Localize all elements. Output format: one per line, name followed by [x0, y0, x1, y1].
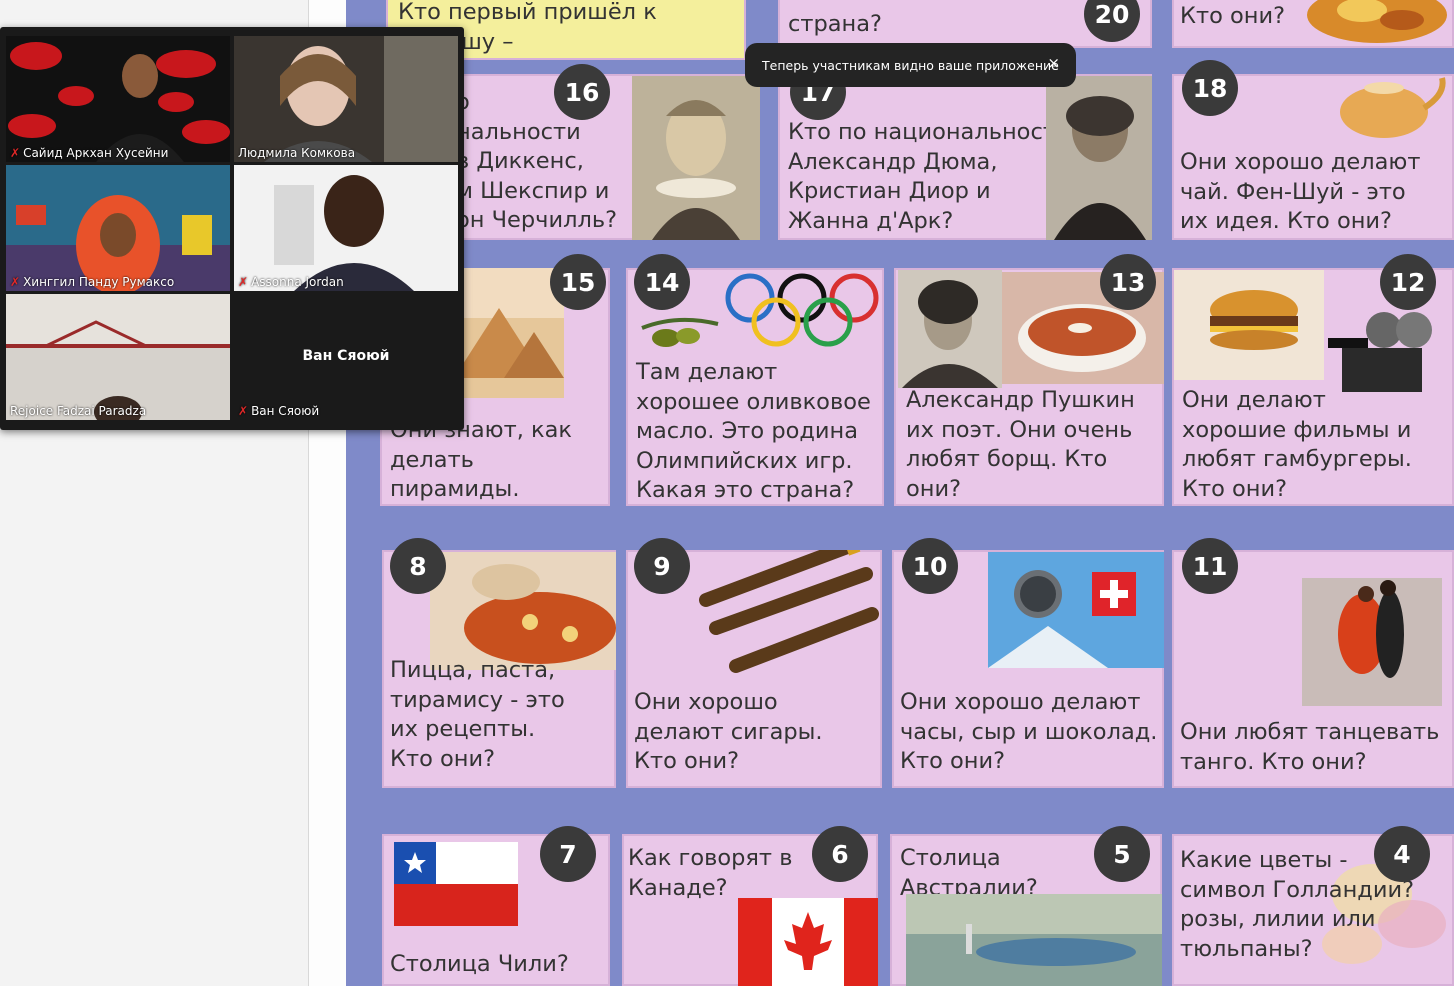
cigars-picture — [699, 550, 879, 673]
participant-tile[interactable]: ✗ Assonna Jordan — [234, 165, 458, 291]
dumas-portrait — [1046, 76, 1152, 240]
card-text: Они любят танцевать танго. Кто они? — [1180, 719, 1440, 775]
screen-share-toast: Теперь участникам видно ваше приложение … — [745, 43, 1076, 87]
swiss-watch-picture — [988, 552, 1164, 668]
participant-name-label: ✗ Сайид Аркхан Хусейни — [10, 146, 169, 160]
card-number-badge: 6 — [812, 826, 868, 882]
card-number-badge: 12 — [1380, 254, 1436, 310]
muted-mic-icon: ✗ — [10, 275, 21, 289]
card-text: Они хорошо делают сигары. Кто они? — [634, 689, 823, 774]
card-text: Столица Чили? — [390, 951, 569, 977]
card-text: Пицца, паста, тирамису - это их рецепты.… — [390, 657, 565, 772]
card-number-badge: 10 — [902, 538, 958, 594]
participant-center-name: Ван Сяоюй — [302, 348, 390, 364]
card-number-badge: 8 — [390, 538, 446, 594]
participant-tile[interactable]: Людмила Комкова — [234, 36, 458, 162]
participant-video — [234, 165, 458, 291]
olympic-rings-icon — [725, 273, 879, 347]
card-number-badge: 15 — [550, 254, 606, 310]
food-picture — [1307, 0, 1447, 43]
canberra-picture — [906, 894, 1162, 986]
muted-mic-icon: ✗ — [238, 275, 249, 289]
card-number-badge: 14 — [634, 254, 690, 310]
card-text: страна? — [788, 11, 882, 37]
participant-tile[interactable]: ✗ Сайид Аркхан Хусейни — [6, 36, 230, 162]
participant-video — [6, 165, 230, 291]
card-text: Они хорошо делают часы, сыр и шоколад. К… — [900, 689, 1158, 774]
participant-name-label: Rejoice Fadzai Paradza — [10, 404, 147, 418]
card-top-right: Кто они? — [1172, 0, 1454, 48]
participant-tile[interactable]: Ван Сяоюй ✗ Ван Сяоюй — [234, 294, 458, 420]
card-text: Кто они? — [1180, 3, 1286, 29]
participant-name-label: Людмила Комкова — [238, 146, 356, 160]
card-number-badge: 18 — [1182, 60, 1238, 116]
muted-mic-icon: ✗ — [238, 404, 249, 418]
tango-dancers-picture — [1302, 578, 1442, 706]
card-number-badge: 5 — [1094, 826, 1150, 882]
participant-video — [6, 294, 230, 420]
toast-message: Теперь участникам видно ваше приложение — [762, 57, 1059, 73]
card-text: Александр Пушкин их поэт. Они очень любя… — [906, 387, 1135, 502]
pizza-picture — [430, 552, 616, 670]
close-icon[interactable]: × — [1047, 54, 1060, 72]
card-number-badge: 16 — [554, 64, 610, 120]
participant-name-label: ✗ Assonna Jordan — [238, 275, 344, 289]
olives-picture — [641, 317, 719, 347]
teapot-picture — [1340, 77, 1446, 138]
hamburger-picture — [1174, 270, 1324, 380]
card-number-badge: 13 — [1100, 254, 1156, 310]
shared-screen-board: Кто первый пришёл к финишу – итель. стра… — [346, 0, 1454, 986]
card-number-badge: 9 — [634, 538, 690, 594]
card-text: Там делают хорошее оливковое масло. Это … — [636, 359, 871, 503]
chile-flag-picture — [394, 842, 518, 926]
muted-mic-icon: ✗ — [10, 146, 21, 160]
shakespeare-portrait — [632, 76, 760, 240]
participant-video — [6, 36, 230, 162]
participant-video — [234, 36, 458, 162]
card-text: Как говорят в Канаде? — [628, 845, 793, 901]
card-text: Кто по национальности Александр Дюма, Кр… — [788, 119, 1071, 234]
card-number-badge: 7 — [540, 826, 596, 882]
card-number-badge: 11 — [1182, 538, 1238, 594]
pushkin-portrait — [898, 270, 1002, 388]
card-number-badge: 4 — [1374, 826, 1430, 882]
canada-flag-picture — [738, 898, 878, 986]
participant-tile[interactable]: ✗ Хинггил Панду Румаксо — [6, 165, 230, 291]
participant-name-label: ✗ Ван Сяоюй — [238, 404, 320, 418]
participant-tile-active-speaker[interactable]: Rejoice Fadzai Paradza — [6, 294, 230, 420]
card-text: Они хорошо делают чай. Фен-Шуй - это их … — [1180, 149, 1421, 234]
participant-name-label: ✗ Хинггил Панду Румаксо — [10, 275, 175, 289]
video-gallery-panel[interactable]: ✗ Сайид Аркхан Хусейни Людмила Комкова ✗ Х… — [0, 27, 464, 430]
card-text: Они делают хорошие фильмы и любят гамбур… — [1182, 387, 1412, 502]
